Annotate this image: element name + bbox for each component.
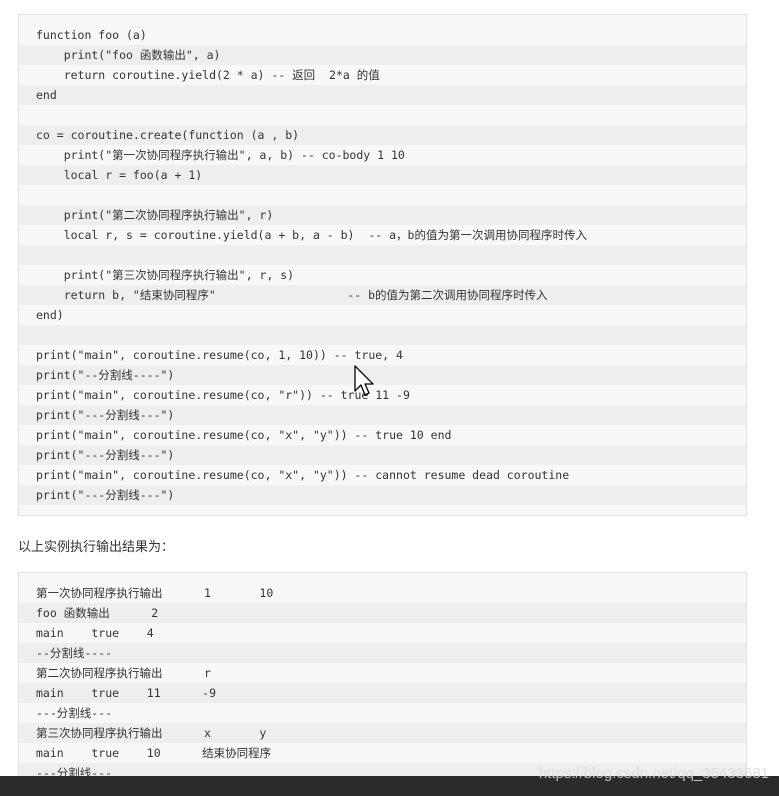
- code-line: [19, 245, 746, 265]
- code-line: local r, s = coroutine.yield(a + b, a - …: [36, 228, 587, 242]
- watermark-url: https://blog.csdn.net/qq_35433681: [538, 765, 769, 782]
- code-line: print("---分割线---"): [19, 405, 746, 425]
- output-line: foo 函数输出 2: [19, 603, 746, 623]
- code-line: function foo (a): [36, 28, 147, 42]
- code-line: [19, 325, 746, 345]
- output-caption: 以上实例执行输出结果为：: [18, 539, 175, 554]
- output-line: main true 4: [36, 626, 154, 640]
- code-block-output: 第一次协同程序执行输出 1 10 foo 函数输出 2 main true 4 …: [18, 572, 747, 783]
- mouse-pointer-icon: [354, 365, 374, 396]
- code-line: print("第三次协同程序执行输出", r, s): [36, 268, 295, 282]
- output-line: ---分割线---: [36, 706, 113, 720]
- code-line: print("main", coroutine.resume(co, "r"))…: [36, 388, 410, 402]
- output-line: main true 10 结束协同程序: [36, 746, 272, 760]
- code-line: print("第二次协同程序执行输出", r): [19, 205, 746, 225]
- output-line: 第二次协同程序执行输出 r: [36, 666, 211, 680]
- code-line: print("foo 函数输出", a): [19, 45, 746, 65]
- output-line: --分割线----: [19, 643, 746, 663]
- code-line: end): [36, 308, 64, 322]
- code-line: print("--分割线----"): [19, 365, 746, 385]
- output-line: main true 11 -9: [19, 683, 746, 703]
- code-line: return coroutine.yield(2 * a) -- 返回 2*a …: [36, 68, 380, 82]
- code-line: end: [19, 85, 746, 105]
- code-line: return b, "结束协同程序" -- b的值为第二次调用协同程序时传入: [19, 285, 746, 305]
- code-block-lua-source: function foo (a) print("foo 函数输出", a) re…: [18, 14, 747, 516]
- code-line: co = coroutine.create(function (a , b): [19, 125, 746, 145]
- code-line: print("main", coroutine.resume(co, "x", …: [36, 468, 570, 482]
- code-line: print("---分割线---"): [19, 485, 746, 505]
- code-line: print("main", coroutine.resume(co, 1, 10…: [36, 348, 403, 362]
- code-line: print("第一次协同程序执行输出", a, b) -- co-body 1 …: [36, 148, 405, 162]
- output-line: 第三次协同程序执行输出 x y: [19, 723, 746, 743]
- output-line: 第一次协同程序执行输出 1 10: [36, 586, 274, 600]
- code-line: print("---分割线---"): [19, 445, 746, 465]
- code-line: local r = foo(a + 1): [19, 165, 746, 185]
- code-line: print("main", coroutine.resume(co, "x", …: [36, 428, 452, 442]
